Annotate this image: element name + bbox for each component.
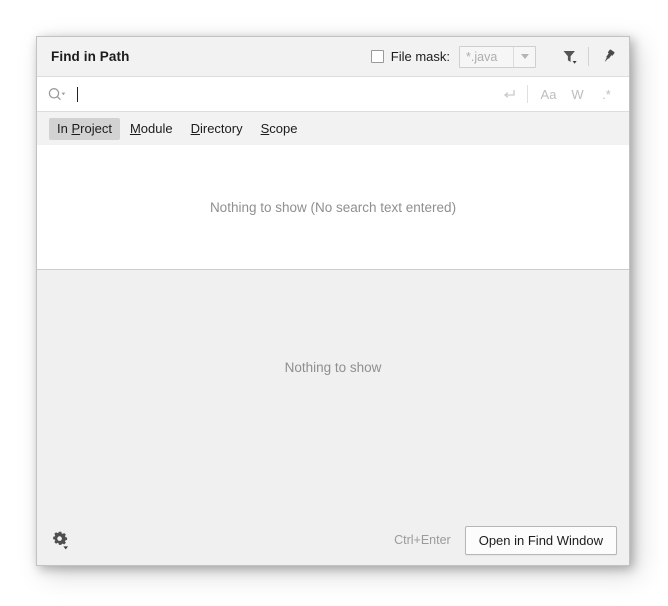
header-controls: File mask: *.java: [370, 37, 629, 76]
dialog-header: Find in Path File mask: *.java: [37, 37, 629, 76]
shortcut-hint: Ctrl+Enter: [394, 533, 451, 547]
tab-mnemonic: D: [190, 120, 200, 136]
search-magnifier-icon[interactable]: [47, 86, 66, 103]
regex-toggle[interactable]: .*: [595, 83, 618, 105]
search-bar: Aa W .*: [37, 76, 629, 112]
tab-directory[interactable]: Directory: [183, 118, 251, 140]
tab-mnemonic: M: [129, 120, 141, 136]
tab-label-post: irectory: [199, 120, 243, 136]
tab-scope[interactable]: Scope: [253, 118, 306, 140]
search-divider: [527, 85, 528, 103]
scope-tabs: In Project Module Directory Scope: [37, 112, 629, 145]
dialog-footer: Ctrl+Enter Open in Find Window: [37, 515, 629, 565]
tab-mnemonic: S: [260, 120, 270, 136]
file-mask-combo[interactable]: *.java: [459, 45, 536, 68]
tab-label-pre: In: [57, 120, 72, 136]
file-mask-value: *.java: [466, 49, 498, 64]
results-empty-message: Nothing to show (No search text entered): [209, 199, 457, 215]
return-arrow-icon[interactable]: [497, 87, 521, 101]
search-input[interactable]: [71, 77, 497, 111]
preview-empty-message: Nothing to show: [284, 360, 382, 375]
footer-actions: Ctrl+Enter Open in Find Window: [394, 525, 617, 555]
triangle-down-glyph: [520, 54, 529, 59]
match-case-toggle[interactable]: Aa: [537, 83, 560, 105]
tab-mnemonic: P: [71, 120, 81, 136]
tab-in-project[interactable]: In Project: [49, 117, 120, 140]
tab-label-post: odule: [140, 120, 173, 136]
preview-pane[interactable]: Nothing to show: [37, 270, 629, 515]
results-list[interactable]: Nothing to show (No search text entered): [37, 145, 629, 270]
gear-icon[interactable]: [51, 529, 73, 551]
whole-words-toggle[interactable]: W: [566, 83, 589, 105]
open-in-find-window-button[interactable]: Open in Find Window: [464, 525, 617, 555]
text-caret: [77, 86, 78, 102]
page-title: Find in Path: [51, 49, 130, 64]
file-mask-label: File mask:: [390, 49, 450, 64]
header-divider: [588, 47, 589, 66]
tab-label-post: cope: [269, 120, 298, 136]
filter-funnel-icon[interactable]: [554, 44, 584, 70]
find-in-path-dialog: Find in Path File mask: *.java Aa W .* I…: [36, 36, 630, 566]
file-mask-checkbox[interactable]: [370, 50, 384, 63]
tab-module[interactable]: Module: [122, 118, 181, 140]
chevron-down-icon[interactable]: [513, 46, 535, 67]
pin-icon[interactable]: [595, 44, 621, 70]
tab-label-post: roject: [80, 120, 112, 136]
